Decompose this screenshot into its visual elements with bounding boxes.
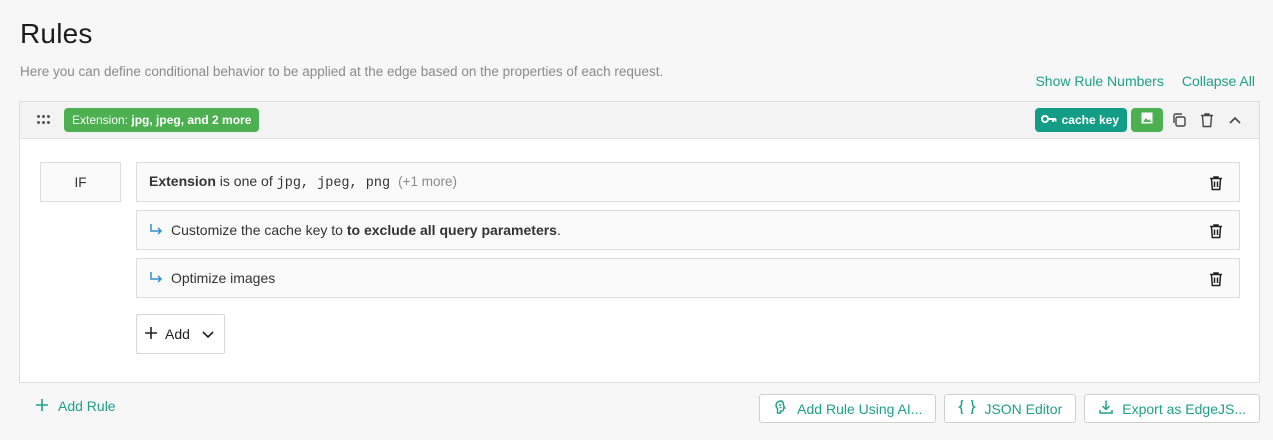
show-rule-numbers-link[interactable]: Show Rule Numbers: [1035, 73, 1163, 89]
trash-icon[interactable]: [1207, 269, 1225, 289]
page-subtitle: Here you can define conditional behavior…: [20, 64, 664, 79]
feature-text: Customize the cache key to to exclude al…: [171, 222, 561, 238]
condition-operator: is one of: [219, 173, 277, 189]
feature-emphasis: to exclude all query parameters: [346, 222, 557, 238]
trash-icon[interactable]: [1207, 173, 1225, 193]
trash-icon[interactable]: [1207, 221, 1225, 241]
bottom-actions: Add Rule Using AI... JSON Editor Export …: [759, 394, 1260, 423]
add-rule-button[interactable]: Add Rule: [36, 398, 116, 414]
return-arrow-icon: [149, 223, 163, 237]
chevron-down-icon: [202, 326, 214, 342]
feature-label: Optimize images: [171, 270, 276, 286]
chevron-up-icon[interactable]: [1223, 108, 1247, 132]
condition-row[interactable]: Extension is one of jpg, jpeg, png (+1 m…: [136, 162, 1240, 202]
add-label: Add: [165, 326, 190, 342]
collapse-all-link[interactable]: Collapse All: [1182, 73, 1255, 89]
badge-value: jpg, jpeg, and 2 more: [131, 113, 252, 127]
image-icon: [1141, 111, 1153, 129]
brain-icon: [773, 399, 789, 418]
rule-card: Extension: jpg, jpeg, and 2 more cache k…: [19, 101, 1260, 383]
braces-icon: [958, 399, 977, 418]
condition-values: jpg, jpeg, png: [276, 176, 399, 191]
page-title: Rules: [20, 18, 93, 49]
condition-text: Extension is one of jpg, jpeg, png (+1 m…: [149, 173, 457, 191]
json-editor-label: JSON Editor: [984, 400, 1063, 417]
if-keyword: IF: [40, 162, 121, 202]
condition-more: (+1 more): [398, 174, 458, 189]
plus-icon: [145, 326, 157, 342]
key-icon: [1040, 113, 1057, 127]
image-optimization-badge: [1131, 108, 1163, 132]
export-edgejs-button[interactable]: Export as EdgeJS...: [1084, 394, 1260, 423]
trash-icon[interactable]: [1195, 108, 1219, 132]
add-rule-using-ai-button[interactable]: Add Rule Using AI...: [759, 394, 937, 423]
copy-icon[interactable]: [1167, 108, 1191, 132]
add-rule-label: Add Rule: [58, 398, 116, 414]
cache-key-badge: cache key: [1034, 108, 1127, 132]
export-label: Export as EdgeJS...: [1122, 400, 1246, 417]
condition-field: Extension: [149, 173, 220, 189]
plus-icon: [36, 398, 48, 414]
add-rule-ai-label: Add Rule Using AI...: [797, 400, 923, 417]
feature-row[interactable]: Customize the cache key to to exclude al…: [136, 210, 1240, 250]
header-actions: cache key: [1034, 108, 1247, 132]
feature-row[interactable]: Optimize images: [136, 258, 1240, 298]
top-links: Show Rule Numbers Collapse All: [1035, 73, 1255, 89]
feature-suffix: .: [556, 222, 561, 238]
return-arrow-icon: [149, 271, 163, 285]
download-icon: [1098, 399, 1114, 418]
badge-prefix: Extension:: [72, 113, 132, 127]
feature-label: Customize the cache key to: [171, 222, 347, 238]
cache-key-label: cache key: [1061, 113, 1119, 127]
json-editor-button[interactable]: JSON Editor: [944, 394, 1077, 423]
rule-header[interactable]: Extension: jpg, jpeg, and 2 more cache k…: [20, 102, 1259, 139]
drag-handle-icon[interactable]: [37, 115, 51, 125]
add-dropdown-button[interactable]: Add: [136, 314, 225, 354]
rule-summary-badge: Extension: jpg, jpeg, and 2 more: [64, 108, 260, 132]
